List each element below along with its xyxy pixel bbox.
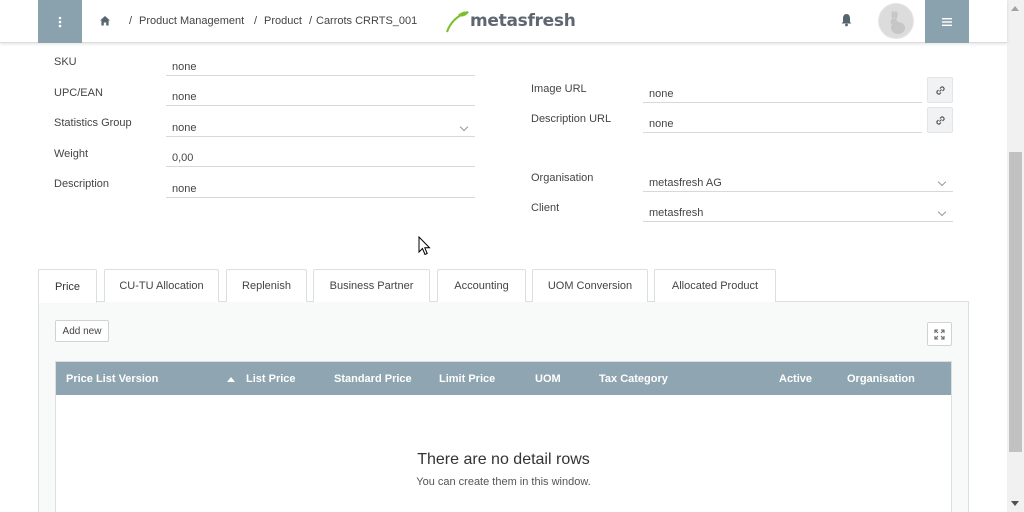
empty-state-title: There are no detail rows bbox=[417, 451, 590, 468]
organisation-dropdown[interactable]: metasfresh AG bbox=[643, 170, 953, 192]
organisation-label: Organisation bbox=[531, 172, 594, 184]
column-standard-price[interactable]: Standard Price bbox=[334, 373, 412, 385]
image-url-link-button[interactable] bbox=[927, 77, 953, 103]
user-avatar[interactable] bbox=[878, 3, 914, 39]
column-price-list-version[interactable]: Price List Version bbox=[66, 373, 158, 385]
weight-field[interactable]: 0,00 bbox=[166, 145, 475, 167]
tab-accounting[interactable]: Accounting bbox=[437, 269, 526, 302]
statistics-group-label: Statistics Group bbox=[54, 117, 132, 129]
empty-state-subtitle: You can create them in this window. bbox=[416, 476, 591, 488]
scroll-up-arrow-icon[interactable] bbox=[1011, 6, 1019, 11]
hamburger-icon bbox=[942, 17, 952, 26]
side-menu-button[interactable] bbox=[925, 0, 969, 43]
mouse-cursor-icon bbox=[418, 236, 431, 256]
description-url-label: Description URL bbox=[531, 113, 612, 125]
chevron-down-icon bbox=[459, 122, 469, 132]
tab-price[interactable]: Price bbox=[38, 269, 97, 303]
scroll-down-arrow-icon[interactable] bbox=[1011, 501, 1019, 506]
breadcrumb-product-management[interactable]: Product Management bbox=[139, 15, 244, 27]
link-icon bbox=[935, 115, 945, 125]
sort-ascending-icon[interactable] bbox=[227, 377, 235, 382]
description-field[interactable]: none bbox=[166, 176, 475, 198]
fullscreen-icon bbox=[934, 328, 945, 340]
expand-grid-button[interactable] bbox=[927, 322, 952, 346]
column-list-price[interactable]: List Price bbox=[246, 373, 296, 385]
add-new-button[interactable]: Add new bbox=[55, 320, 109, 342]
column-active[interactable]: Active bbox=[779, 373, 812, 385]
avatar-rabbit-icon bbox=[890, 11, 905, 34]
logo-text: metasfresh bbox=[470, 11, 576, 31]
vertical-dots-icon bbox=[58, 16, 62, 27]
breadcrumb-separator: / bbox=[254, 15, 258, 27]
grid-header: Price List Version List Price Standard P… bbox=[56, 362, 951, 395]
column-organisation[interactable]: Organisation bbox=[847, 373, 915, 385]
description-url-field[interactable]: none bbox=[643, 111, 922, 133]
sku-field[interactable]: none bbox=[166, 54, 475, 76]
top-header: / Product Management / Product / Carrots… bbox=[0, 0, 1007, 43]
column-limit-price[interactable]: Limit Price bbox=[439, 373, 495, 385]
scrollbar-thumb[interactable] bbox=[1009, 152, 1022, 452]
statistics-group-dropdown[interactable]: none bbox=[166, 115, 475, 137]
chevron-down-icon bbox=[937, 207, 947, 217]
client-label: Client bbox=[531, 202, 560, 214]
description-label: Description bbox=[54, 178, 110, 190]
description-url-link-button[interactable] bbox=[927, 107, 953, 133]
client-dropdown[interactable]: metasfresh bbox=[643, 200, 953, 222]
tab-allocated-product[interactable]: Allocated Product bbox=[654, 269, 776, 302]
upc-ean-label: UPC/EAN bbox=[54, 87, 103, 99]
image-url-label: Image URL bbox=[531, 83, 587, 95]
leaf-logo-icon bbox=[446, 11, 469, 33]
upc-ean-field[interactable]: none bbox=[166, 84, 475, 106]
tab-business-partner[interactable]: Business Partner bbox=[313, 269, 430, 302]
tab-replenish[interactable]: Replenish bbox=[226, 269, 307, 302]
metasfresh-logo[interactable]: metasfresh bbox=[444, 8, 576, 34]
breadcrumb-separator: / bbox=[129, 15, 133, 27]
tab-uom-conversion[interactable]: UOM Conversion bbox=[532, 269, 648, 302]
breadcrumb-record[interactable]: Carrots CRRTS_001 bbox=[316, 15, 417, 27]
image-url-field[interactable]: none bbox=[643, 81, 922, 103]
column-uom[interactable]: UOM bbox=[535, 373, 561, 385]
page-scrollbar[interactable] bbox=[1007, 0, 1024, 512]
home-icon[interactable] bbox=[99, 15, 111, 27]
breadcrumb-separator: / bbox=[309, 15, 313, 27]
tab-cu-tu-allocation[interactable]: CU-TU Allocation bbox=[104, 269, 219, 302]
chevron-down-icon bbox=[937, 177, 947, 187]
weight-label: Weight bbox=[54, 148, 89, 160]
breadcrumb-product[interactable]: Product bbox=[264, 15, 302, 27]
sku-label: SKU bbox=[54, 56, 77, 68]
price-grid: Price List Version List Price Standard P… bbox=[55, 361, 952, 512]
notification-bell-icon[interactable] bbox=[840, 13, 853, 27]
column-tax-category[interactable]: Tax Category bbox=[599, 373, 668, 385]
main-menu-button[interactable] bbox=[38, 0, 82, 43]
link-icon bbox=[935, 85, 945, 95]
